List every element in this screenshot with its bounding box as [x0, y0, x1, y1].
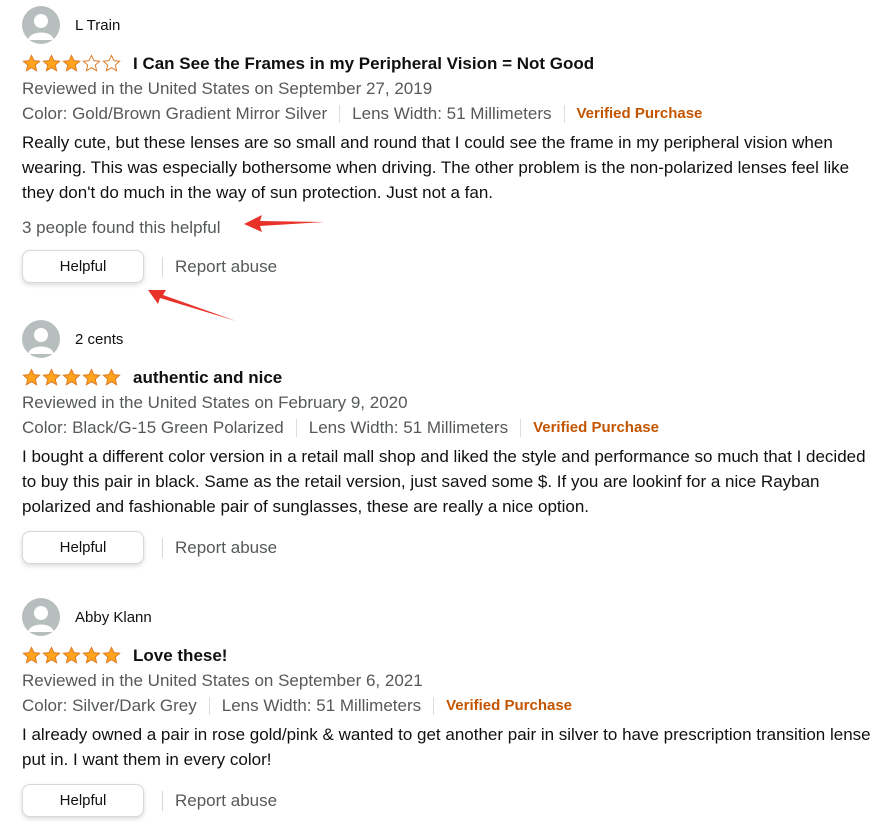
reviewer-profile[interactable]: 2 cents	[22, 320, 882, 358]
reviewer-profile[interactable]: L Train	[22, 6, 882, 44]
star-filled-icon	[42, 368, 61, 386]
review-title[interactable]: Love these!	[133, 646, 227, 666]
star-filled-icon	[22, 54, 41, 72]
star-rating[interactable]	[22, 646, 121, 666]
variant-lens-width[interactable]: Lens Width: 51 Millimeters	[222, 693, 421, 718]
star-filled-icon	[62, 54, 81, 72]
verified-purchase-badge: Verified Purchase	[446, 697, 573, 714]
divider	[162, 537, 163, 558]
verified-purchase-badge: Verified Purchase	[576, 105, 703, 122]
verified-purchase-badge: Verified Purchase	[533, 419, 659, 436]
star-empty-icon	[82, 54, 101, 72]
review-body: I bought a different color version in a …	[22, 447, 866, 516]
default-avatar-icon	[28, 328, 54, 354]
default-avatar-icon	[28, 606, 54, 632]
report-abuse-link[interactable]: Report abuse	[175, 257, 277, 277]
star-rating[interactable]	[22, 368, 121, 388]
review-item: L Train I Can See the Frames in my Perip…	[22, 6, 882, 283]
review-body: I already owned a pair in rose gold/pink…	[22, 725, 871, 769]
divider	[563, 104, 565, 123]
star-filled-icon	[62, 646, 81, 664]
helpful-button[interactable]: Helpful	[22, 784, 144, 817]
review-item: Abby Klann Love these! Reviewed in the U…	[22, 598, 882, 817]
report-abuse-link[interactable]: Report abuse	[175, 538, 277, 558]
avatar[interactable]	[22, 6, 60, 44]
review-title[interactable]: I Can See the Frames in my Peripheral Vi…	[133, 54, 594, 74]
default-avatar-icon	[28, 14, 54, 40]
star-filled-icon	[22, 646, 41, 664]
variant-info[interactable]: Color: Black/G-15 Green Polarized Lens W…	[22, 415, 882, 440]
divider	[433, 696, 435, 715]
variant-color[interactable]: Color: Gold/Brown Gradient Mirror Silver	[22, 101, 327, 126]
star-rating[interactable]	[22, 54, 121, 74]
review-date: Reviewed in the United States on Februar…	[22, 393, 408, 412]
variant-info[interactable]: Color: Gold/Brown Gradient Mirror Silver…	[22, 101, 882, 126]
divider	[520, 418, 522, 437]
divider	[208, 696, 210, 715]
reviewer-profile[interactable]: Abby Klann	[22, 598, 882, 636]
star-filled-icon	[42, 646, 61, 664]
variant-lens-width[interactable]: Lens Width: 51 Millimeters	[352, 101, 551, 126]
avatar[interactable]	[22, 320, 60, 358]
helpful-button[interactable]: Helpful	[22, 250, 144, 283]
helpful-count: 3 people found this helpful	[22, 218, 221, 237]
review-body: Really cute, but these lenses are so sma…	[22, 133, 850, 202]
reviewer-name[interactable]: Abby Klann	[75, 609, 152, 626]
variant-info[interactable]: Color: Silver/Dark Grey Lens Width: 51 M…	[22, 693, 882, 718]
variant-color[interactable]: Color: Black/G-15 Green Polarized	[22, 415, 284, 440]
report-abuse-link[interactable]: Report abuse	[175, 791, 277, 811]
review-date: Reviewed in the United States on Septemb…	[22, 671, 423, 690]
star-filled-icon	[62, 368, 81, 386]
divider	[162, 790, 163, 811]
reviewer-name[interactable]: L Train	[75, 17, 120, 34]
review-title[interactable]: authentic and nice	[133, 368, 282, 388]
variant-lens-width[interactable]: Lens Width: 51 Millimeters	[309, 415, 508, 440]
divider	[295, 418, 297, 437]
divider	[162, 256, 163, 277]
variant-color[interactable]: Color: Silver/Dark Grey	[22, 693, 197, 718]
helpful-button[interactable]: Helpful	[22, 531, 144, 564]
star-filled-icon	[102, 646, 121, 664]
reviewer-name[interactable]: 2 cents	[75, 331, 123, 348]
star-filled-icon	[82, 368, 101, 386]
review-item: 2 cents authentic and nice Reviewed in t…	[22, 320, 882, 564]
star-filled-icon	[82, 646, 101, 664]
star-filled-icon	[102, 368, 121, 386]
star-empty-icon	[102, 54, 121, 72]
star-filled-icon	[22, 368, 41, 386]
star-filled-icon	[42, 54, 61, 72]
avatar[interactable]	[22, 598, 60, 636]
divider	[339, 104, 341, 123]
review-date: Reviewed in the United States on Septemb…	[22, 79, 433, 98]
